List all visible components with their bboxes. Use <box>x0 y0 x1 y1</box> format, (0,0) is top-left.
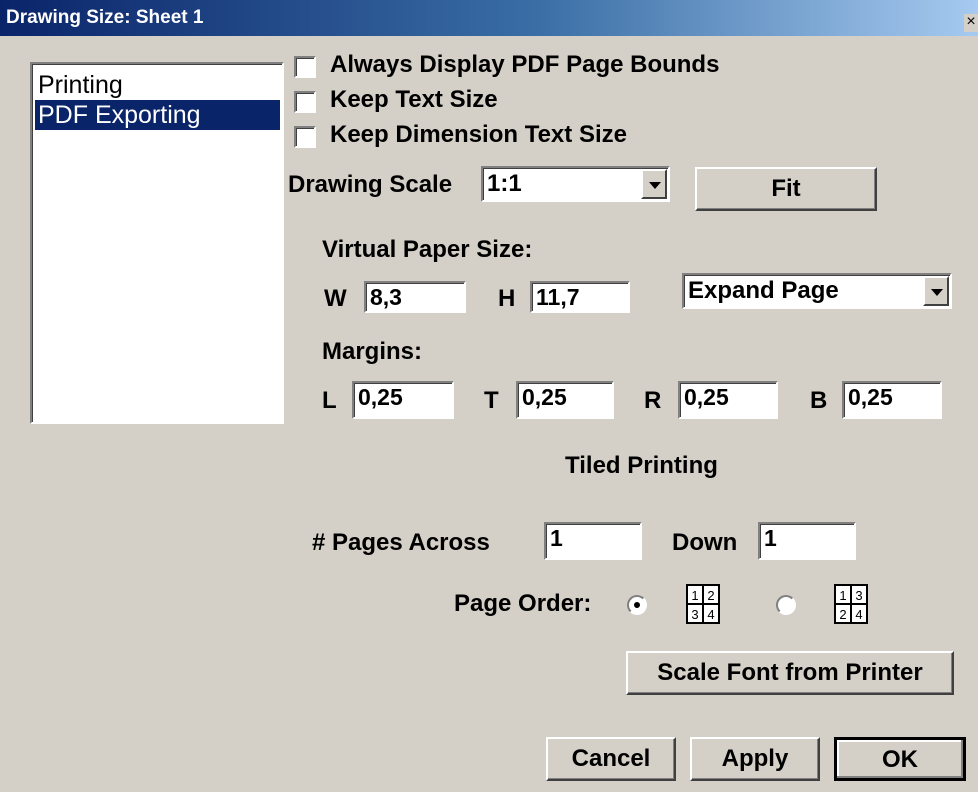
page-mode-select[interactable]: Expand Page <box>682 273 952 309</box>
page-order-down-icon: 1 3 2 4 <box>834 584 868 624</box>
width-input[interactable]: 8,3 <box>364 281 466 313</box>
margin-bottom-input[interactable]: 0,25 <box>842 381 942 419</box>
drawing-scale-value: 1:1 <box>487 170 522 197</box>
ok-button[interactable]: OK <box>834 737 966 781</box>
fit-button[interactable]: Fit <box>695 167 877 211</box>
cancel-button[interactable]: Cancel <box>546 737 676 781</box>
keep-text-size-label: Keep Text Size <box>330 86 498 113</box>
order-a-cell-2: 2 <box>707 588 714 603</box>
margin-right-label: R <box>644 387 662 414</box>
order-b-cell-1: 1 <box>839 588 846 603</box>
order-b-cell-2: 3 <box>855 588 862 603</box>
order-b-cell-4: 4 <box>855 607 862 622</box>
page-mode-value: Expand Page <box>688 277 839 304</box>
category-list[interactable]: Printing PDF Exporting <box>30 62 284 424</box>
tiled-printing-heading: Tiled Printing <box>565 452 718 479</box>
margins-heading: Margins: <box>322 338 423 365</box>
pages-across-label: # Pages Across <box>312 529 490 556</box>
width-label: W <box>324 285 347 312</box>
margin-top-label: T <box>484 387 499 414</box>
drawing-scale-label: Drawing Scale <box>288 171 453 198</box>
page-order-across-icon: 1 2 3 4 <box>686 584 720 624</box>
close-icon[interactable]: × <box>964 14 978 32</box>
chevron-down-icon[interactable] <box>923 276 949 306</box>
order-b-cell-3: 2 <box>839 607 846 622</box>
pages-down-label: Down <box>672 529 738 556</box>
keep-dimension-text-size-checkbox[interactable] <box>294 126 316 148</box>
page-order-label: Page Order: <box>454 590 592 617</box>
page-order-down-radio[interactable] <box>776 595 796 615</box>
order-a-cell-4: 4 <box>707 607 714 622</box>
keep-dimension-text-size-label: Keep Dimension Text Size <box>330 121 627 148</box>
margin-left-input[interactable]: 0,25 <box>352 381 454 419</box>
margin-left-label: L <box>322 387 337 414</box>
always-display-bounds-checkbox[interactable] <box>294 56 316 78</box>
pages-across-input[interactable]: 1 <box>544 522 642 560</box>
title-bar: Drawing Size: Sheet 1 × <box>0 0 978 36</box>
order-a-cell-1: 1 <box>691 588 698 603</box>
list-item-pdf-exporting[interactable]: PDF Exporting <box>35 100 280 130</box>
drawing-scale-select[interactable]: 1:1 <box>481 166 670 202</box>
height-input[interactable]: 11,7 <box>530 281 630 313</box>
apply-button[interactable]: Apply <box>690 737 820 781</box>
pages-down-input[interactable]: 1 <box>758 522 856 560</box>
chevron-down-icon[interactable] <box>641 169 667 199</box>
window-title: Drawing Size: Sheet 1 <box>6 7 204 28</box>
margin-right-input[interactable]: 0,25 <box>678 381 778 419</box>
virtual-paper-size-heading: Virtual Paper Size: <box>322 236 533 263</box>
always-display-bounds-label: Always Display PDF Page Bounds <box>330 51 720 78</box>
keep-text-size-checkbox[interactable] <box>294 91 316 113</box>
page-order-across-radio[interactable] <box>627 595 647 615</box>
list-item-printing[interactable]: Printing <box>35 70 280 100</box>
height-label: H <box>498 285 516 312</box>
margin-top-input[interactable]: 0,25 <box>516 381 614 419</box>
margin-bottom-label: B <box>810 387 828 414</box>
order-a-cell-3: 3 <box>691 607 698 622</box>
scale-font-from-printer-button[interactable]: Scale Font from Printer <box>626 651 954 695</box>
